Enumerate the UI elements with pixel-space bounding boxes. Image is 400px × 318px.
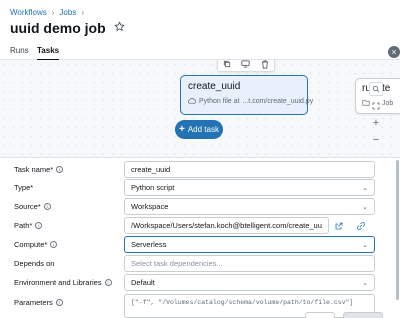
env-libs-select[interactable]: Default ⌄ [124, 274, 375, 291]
info-icon[interactable]: i [55, 299, 63, 306]
compute-select[interactable]: Serverless ⌄ [124, 236, 375, 253]
compute-row: Compute* i Serverless ⌄ [0, 236, 400, 254]
path-label: Path* i [14, 221, 43, 230]
parameters-row: Parameters i ["-f", "/Volumes/catalog/sch… [0, 294, 400, 318]
zoom-controls: + − [369, 82, 383, 147]
zoom-out-button[interactable]: − [369, 133, 383, 147]
depends-on-label: Depends on [14, 259, 55, 268]
task-name-label: Task name* i [14, 165, 64, 174]
search-icon[interactable] [369, 82, 383, 96]
info-icon[interactable]: i [35, 222, 43, 229]
task-node-create-uuid[interactable]: create_uuid Python file at ...t.com/crea… [180, 75, 313, 115]
breadcrumb-separator: › [51, 8, 55, 17]
type-select[interactable]: Python script ⌄ [124, 179, 375, 196]
external-link-icon[interactable] [335, 217, 343, 235]
job-title[interactable]: uuid demo job [10, 20, 106, 36]
parameters-label: Parameters i [14, 298, 63, 307]
breadcrumb-jobs[interactable]: Jobs [59, 8, 76, 17]
tab-tasks[interactable]: Tasks [37, 46, 60, 61]
chevron-down-icon: ⌄ [362, 241, 368, 249]
task-toolbar [217, 60, 275, 72]
env-libs-row: Environment and Libraries i Default ⌄ [0, 274, 400, 292]
add-task-label: Add task [187, 125, 219, 134]
parameters-input[interactable]: ["-f", "/Volumes/catalog/schema/volume/p… [124, 294, 375, 318]
type-label: Type* [14, 183, 34, 192]
task-node-sub-text: Job [382, 100, 394, 107]
info-icon[interactable]: i [50, 241, 58, 248]
path-input[interactable]: /Workspace/Users/stefan.koch@btelligent.… [124, 217, 329, 234]
file-icon [187, 97, 197, 106]
task-node-subtitle: Python file at ...t.com/create_uuid.py [187, 97, 313, 106]
save-button[interactable] [343, 312, 383, 318]
close-panel-button[interactable]: × [388, 46, 400, 58]
env-libs-label: Environment and Libraries i [14, 278, 112, 287]
breadcrumb-workflows[interactable]: Workflows [10, 8, 47, 17]
tab-bar: Runs Tasks [0, 44, 400, 61]
source-row: Source* i Workspace ⌄ [0, 198, 400, 216]
info-icon[interactable]: i [43, 203, 51, 210]
task-name-row: Task name* i create_uuid [0, 161, 400, 179]
chevron-down-icon: ⌄ [362, 279, 368, 287]
chevron-down-icon: ⌄ [362, 184, 368, 192]
path-actions [335, 217, 365, 234]
task-name-input[interactable]: create_uuid [124, 161, 375, 178]
chevron-down-icon: ⌄ [362, 203, 368, 211]
fullscreen-icon[interactable] [369, 99, 383, 113]
depends-on-row: Depends on Select task dependencies... [0, 255, 400, 273]
tab-runs[interactable]: Runs [10, 46, 29, 59]
star-icon[interactable] [114, 21, 125, 35]
trash-icon[interactable] [258, 60, 272, 71]
type-row: Type* Python script ⌄ [0, 179, 400, 197]
source-label: Source* i [14, 202, 51, 211]
zoom-in-button[interactable]: + [369, 116, 383, 130]
info-icon[interactable]: i [56, 166, 64, 173]
copy-icon[interactable] [220, 60, 234, 71]
cancel-button[interactable] [305, 312, 335, 318]
compute-label: Compute* i [14, 240, 58, 249]
breadcrumb: Workflows › Jobs › [10, 8, 84, 17]
task-path-short: ...t.com/create_uuid.py [242, 98, 314, 105]
path-row: Path* i /Workspace/Users/stefan.koch@btel… [0, 217, 400, 235]
copy-path-icon[interactable] [357, 217, 365, 235]
breadcrumb-separator: › [81, 8, 84, 17]
scrollbar[interactable] [396, 160, 399, 300]
run-icon[interactable] [239, 60, 253, 71]
add-task-button[interactable]: + Add task [175, 120, 223, 139]
source-select[interactable]: Workspace ⌄ [124, 198, 375, 215]
page-title: uuid demo job [10, 20, 125, 36]
dag-canvas[interactable]: create_uuid Python file at ...t.com/crea… [0, 60, 400, 158]
task-node-title: create_uuid [188, 81, 241, 92]
depends-on-select[interactable]: Select task dependencies... [124, 255, 375, 272]
info-icon[interactable]: i [104, 279, 112, 286]
task-type-label: Python file at [199, 98, 240, 105]
plus-icon: + [179, 124, 185, 135]
